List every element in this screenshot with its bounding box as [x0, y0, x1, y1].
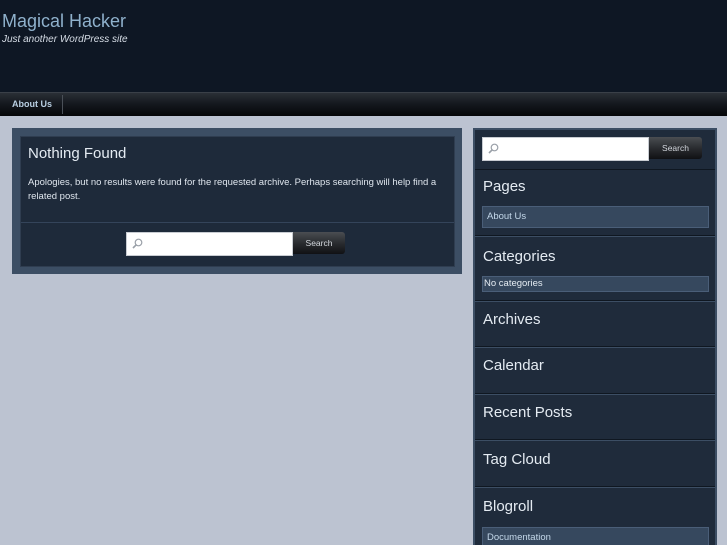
nav-item-about-us[interactable]: About Us: [2, 95, 63, 114]
widget-title-calendar: Calendar: [483, 357, 544, 374]
widget-title-archives: Archives: [483, 311, 541, 328]
widget-archives: Archives: [475, 302, 715, 347]
widget-recent-posts: Recent Posts: [475, 395, 715, 440]
page-title: Nothing Found: [28, 145, 127, 162]
content-search-input[interactable]: [126, 232, 293, 256]
site-description: Just another WordPress site: [2, 34, 128, 45]
categories-empty-text: No categories: [482, 276, 709, 292]
pages-item-about-us[interactable]: About Us: [482, 206, 709, 228]
widget-blogroll: Blogroll Documentation: [475, 488, 715, 545]
widget-title-blogroll: Blogroll: [483, 498, 534, 515]
widget-title-tag-cloud: Tag Cloud: [483, 451, 551, 468]
sidebar-search-button[interactable]: Search: [649, 137, 702, 159]
content-divider: [21, 222, 454, 223]
widget-title-pages: Pages: [483, 178, 526, 195]
content-search-button[interactable]: Search: [293, 232, 345, 254]
widget-title-categories: Categories: [483, 248, 556, 265]
site-header: Magical Hacker Just another WordPress si…: [0, 0, 727, 92]
widget-categories: Categories No categories: [475, 237, 715, 301]
no-results-message: Apologies, but no results were found for…: [28, 177, 437, 202]
search-icon: [488, 143, 499, 154]
site-title[interactable]: Magical Hacker: [2, 11, 126, 32]
widget-calendar: Calendar: [475, 348, 715, 394]
widget-tag-cloud: Tag Cloud: [475, 441, 715, 487]
widget-pages: Pages About Us: [475, 170, 715, 236]
search-icon: [132, 238, 143, 249]
widget-title-recent-posts: Recent Posts: [483, 404, 573, 421]
sidebar-search-input[interactable]: [482, 137, 649, 161]
main-nav: About Us: [0, 92, 727, 116]
blogroll-item-documentation[interactable]: Documentation: [482, 527, 709, 545]
